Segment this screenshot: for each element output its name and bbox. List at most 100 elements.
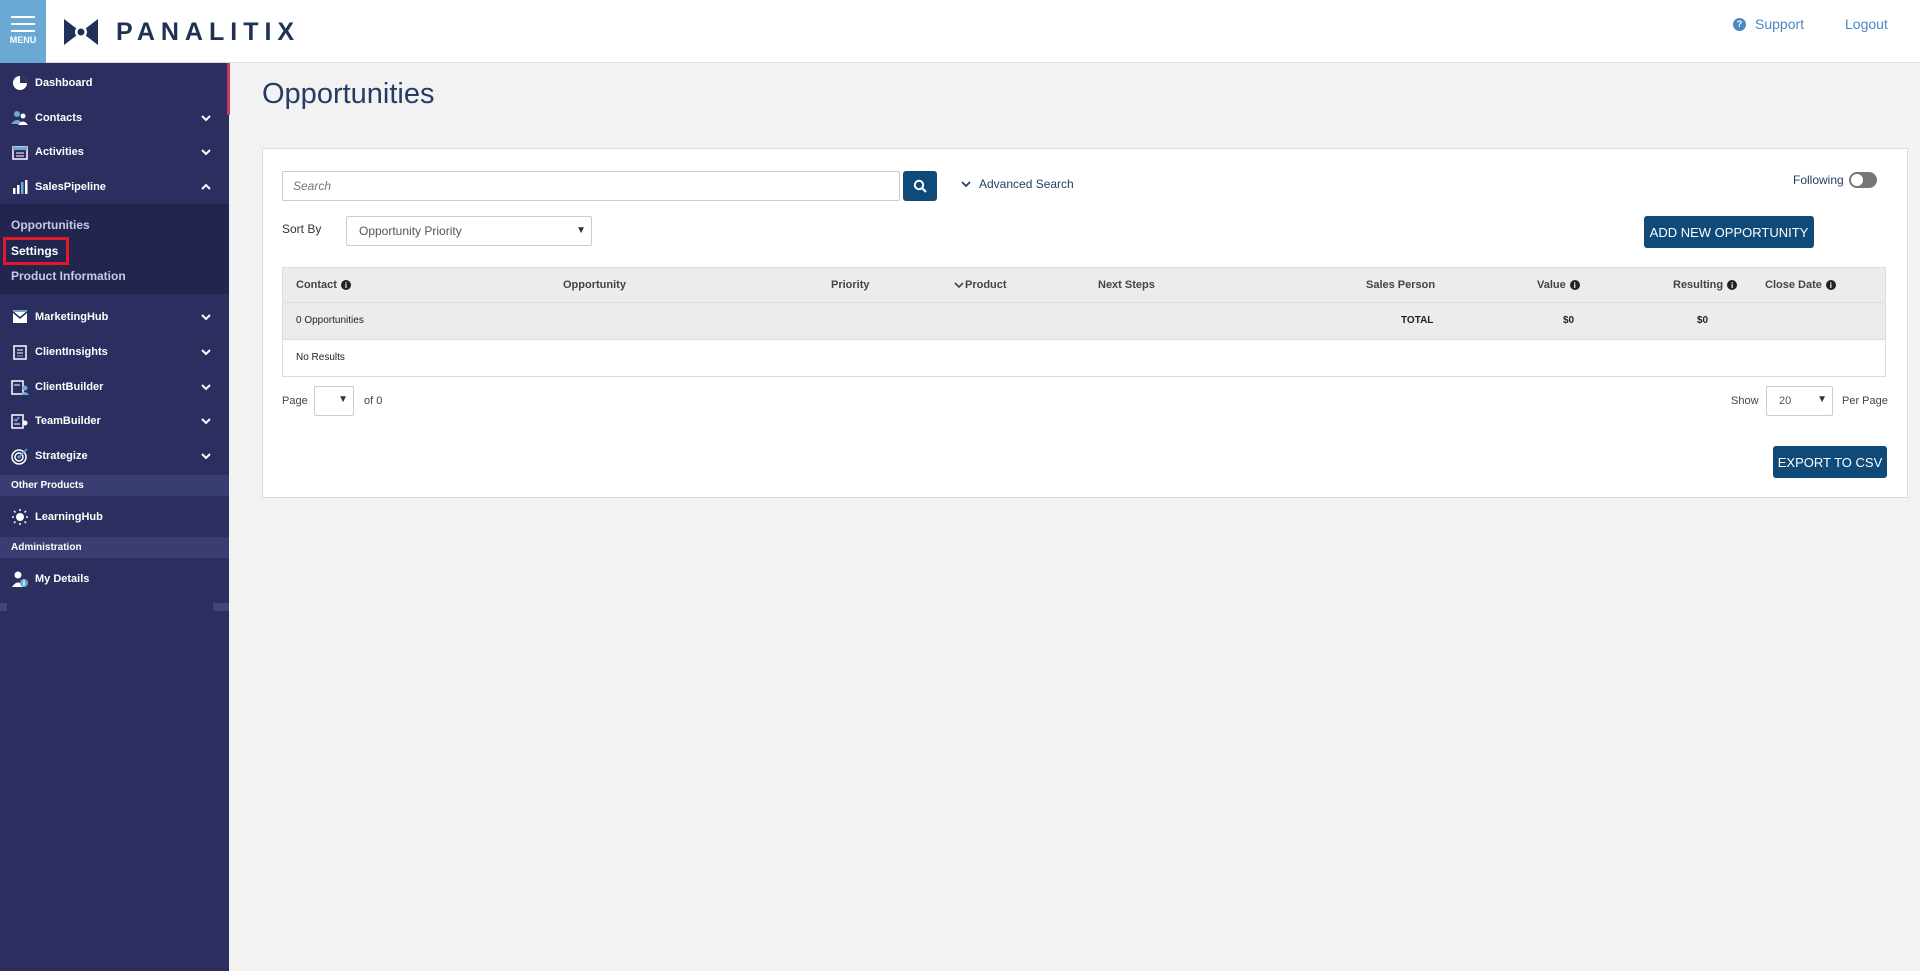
target-icon xyxy=(11,447,29,465)
column-header-contact[interactable]: Contact i xyxy=(296,279,351,291)
sidebar-sub-opportunities[interactable]: Opportunities xyxy=(11,218,90,232)
sidebar-item-marketinghub[interactable]: MarketingHub xyxy=(0,300,229,334)
column-label: Priority xyxy=(831,279,870,291)
sidebar-sub-product-information[interactable]: Product Information xyxy=(11,269,126,283)
opportunities-count: 0 Opportunities xyxy=(296,315,364,326)
sidebar-item-dashboard[interactable]: Dashboard xyxy=(0,66,229,100)
sort-by-select[interactable]: Opportunity Priority ▼ xyxy=(346,216,592,246)
search-input[interactable] xyxy=(282,171,900,201)
info-icon[interactable]: i xyxy=(340,280,351,290)
pie-chart-icon xyxy=(11,74,29,92)
logo-text: PANALITIX xyxy=(116,17,301,46)
total-label: TOTAL xyxy=(1401,315,1434,326)
no-results-row: No Results xyxy=(282,340,1886,377)
info-icon[interactable]: i xyxy=(1727,280,1738,290)
sidebar-item-label: Dashboard xyxy=(35,77,93,89)
chevron-down-icon xyxy=(201,349,211,356)
sidebar-item-salespipeline[interactable]: SalesPipeline xyxy=(0,170,229,204)
column-header-close-date[interactable]: Close Date i xyxy=(1765,279,1836,291)
chevron-down-icon xyxy=(201,314,211,321)
logo-mark-icon xyxy=(64,19,98,45)
column-label: Value xyxy=(1537,279,1566,291)
per-page-select[interactable]: 20 ▼ xyxy=(1766,386,1833,416)
resulting-total: $0 xyxy=(1697,315,1709,326)
sidebar-item-activities[interactable]: Activities xyxy=(0,135,229,169)
page-select[interactable]: ▼ xyxy=(314,386,354,416)
support-link[interactable]: ? Support xyxy=(1733,16,1804,32)
following-toggle[interactable] xyxy=(1848,172,1877,188)
page-title: Opportunities xyxy=(262,78,435,110)
column-header-product[interactable]: Product xyxy=(965,279,1007,291)
column-header-value[interactable]: Value i xyxy=(1537,279,1580,291)
info-icon[interactable]: i xyxy=(1825,280,1836,290)
per-page-label: Per Page xyxy=(1842,395,1888,407)
menu-button[interactable]: MENU xyxy=(0,0,46,63)
chevron-up-icon xyxy=(201,183,211,190)
add-new-opportunity-button[interactable]: ADD NEW OPPORTUNITY xyxy=(1644,216,1814,248)
hamburger-icon xyxy=(11,16,35,37)
users-icon xyxy=(11,109,29,127)
page-of-label: of 0 xyxy=(364,395,383,407)
info-icon[interactable]: i xyxy=(1569,280,1580,290)
sidebar-item-learninghub[interactable]: LearningHub xyxy=(0,500,229,534)
no-results-text: No Results xyxy=(296,352,345,363)
settings-highlight-box xyxy=(3,237,69,265)
table-header: Contact i Opportunity Priority Product Ne… xyxy=(282,267,1886,303)
export-to-csv-button[interactable]: EXPORT TO CSV xyxy=(1773,446,1887,478)
sidebar-item-label: Contacts xyxy=(35,112,83,124)
chevron-down-icon xyxy=(961,181,971,188)
advanced-search-label: Advanced Search xyxy=(979,177,1074,191)
administration-header: Administration xyxy=(0,537,229,558)
bar-chart-icon xyxy=(11,178,29,196)
user-info-icon xyxy=(11,570,29,588)
sidebar-item-strategize[interactable]: Strategize xyxy=(0,439,229,473)
column-label: Resulting xyxy=(1673,279,1724,291)
totals-row: 0 Opportunities TOTAL $0 $0 xyxy=(282,303,1886,340)
column-header-resulting[interactable]: Resulting i xyxy=(1673,279,1738,291)
caret-down-icon: ▼ xyxy=(1817,394,1827,405)
sidebar-scrollbar-left[interactable] xyxy=(0,603,7,611)
column-label: Close Date xyxy=(1765,279,1822,291)
opportunities-card: Advanced Search Following Sort By Opport… xyxy=(262,148,1908,498)
panalitix-logo[interactable]: PANALITIX xyxy=(62,12,300,52)
lightbulb-icon xyxy=(11,508,29,526)
show-label: Show xyxy=(1731,395,1759,407)
other-products-header: Other Products xyxy=(0,475,229,496)
sidebar-item-teambuilder[interactable]: TeamBuilder xyxy=(0,404,229,438)
per-page-value: 20 xyxy=(1779,395,1792,407)
sidebar-item-label: Activities xyxy=(35,146,84,158)
page-label: Page xyxy=(282,395,308,407)
sort-by-value: Opportunity Priority xyxy=(359,224,462,238)
column-header-next-steps[interactable]: Next Steps xyxy=(1098,279,1155,291)
sidebar-scrollbar-right[interactable] xyxy=(213,603,229,611)
chevron-down-icon xyxy=(201,149,211,156)
chevron-down-icon xyxy=(201,384,211,391)
sidebar-item-clientinsights[interactable]: ClientInsights xyxy=(0,335,229,369)
clipboard-user-icon xyxy=(11,378,29,396)
sidebar-item-clientbuilder[interactable]: ClientBuilder xyxy=(0,370,229,404)
calendar-icon xyxy=(11,143,29,161)
caret-down-icon: ▼ xyxy=(576,225,586,236)
support-label: Support xyxy=(1755,16,1805,32)
chevron-down-icon xyxy=(201,418,211,425)
column-label: Contact xyxy=(296,279,337,291)
search-button[interactable] xyxy=(903,171,937,201)
search-icon xyxy=(913,179,927,193)
chevron-down-icon xyxy=(201,115,211,122)
column-header-sales-person[interactable]: Sales Person xyxy=(1366,279,1435,291)
sidebar-item-contacts[interactable]: Contacts xyxy=(0,101,229,135)
checklist-icon xyxy=(11,412,29,430)
question-circle-icon: ? xyxy=(1733,17,1746,31)
top-header: MENU PANALITIX ? Support Logout xyxy=(0,0,1920,63)
sidebar-item-label: ClientBuilder xyxy=(35,381,104,393)
sidebar-item-my-details[interactable]: My Details xyxy=(0,562,229,596)
column-header-priority[interactable]: Priority xyxy=(831,279,964,291)
sidebar-item-label: My Details xyxy=(35,573,90,585)
advanced-search-toggle[interactable]: Advanced Search xyxy=(961,177,1074,191)
value-total: $0 xyxy=(1563,315,1575,326)
envelope-icon xyxy=(11,308,29,326)
following-label: Following xyxy=(1793,173,1844,187)
sidebar-item-label: MarketingHub xyxy=(35,311,109,323)
logout-link[interactable]: Logout xyxy=(1845,16,1888,32)
column-header-opportunity[interactable]: Opportunity xyxy=(563,279,626,291)
